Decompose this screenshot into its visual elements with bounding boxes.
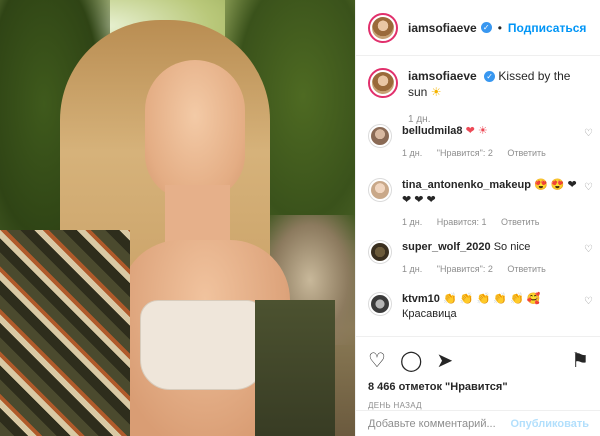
comment-likes[interactable]: Нравится: 1	[437, 217, 487, 227]
comment-username[interactable]: super_wolf_2020	[402, 241, 491, 253]
comment-likes[interactable]: "Нравится": 2	[437, 148, 493, 158]
comment-emojis: 👏 👏 👏 👏 👏 🥰	[442, 293, 541, 305]
comment-item: belludmila8 ❤ ☀ 1 дн. "Нравится": 2 Отве…	[368, 124, 593, 161]
photo-top	[140, 300, 265, 390]
post-date[interactable]: ДЕНЬ НАЗАД	[368, 401, 589, 410]
comment-time[interactable]: 1 дн.	[402, 264, 422, 274]
comment-text: Красавица	[402, 308, 457, 320]
commenter-avatar[interactable]	[368, 292, 392, 316]
like-comment-heart-icon[interactable]: ♡	[584, 244, 593, 255]
comment-item: super_wolf_2020 So nice 1 дн. "Нравится"…	[368, 240, 593, 277]
like-comment-heart-icon[interactable]: ♡	[584, 182, 593, 193]
photo-jacket-right	[255, 300, 335, 436]
post-photo[interactable]	[0, 0, 355, 436]
comment-input[interactable]	[368, 417, 511, 430]
like-comment-heart-icon[interactable]: ♡	[584, 296, 593, 307]
add-comment-bar: Опубликовать	[356, 410, 600, 436]
post-caption: iamsofiaeve ✓ Kissed by the sun ☀ 1 дн.	[368, 68, 593, 128]
comment-bubble-icon[interactable]: ◯	[400, 348, 422, 373]
reply-button[interactable]: Ответить	[507, 264, 545, 274]
photo-face	[145, 60, 245, 200]
sun-emoji: ☀	[430, 85, 442, 99]
commenter-avatar[interactable]	[368, 178, 392, 202]
separator-dot: •	[497, 20, 502, 35]
comment-username[interactable]: tina_antonenko_makeup	[402, 179, 531, 191]
bookmark-icon[interactable]: ⚑	[571, 348, 589, 373]
verified-badge-icon: ✓	[480, 22, 492, 33]
commenter-avatar[interactable]	[368, 124, 392, 148]
author-username[interactable]: iamsofiaeve	[408, 21, 477, 35]
comment-text: So nice	[493, 241, 531, 253]
comment-item: tina_antonenko_makeup 😍 😍 ❤ ❤ ❤ ❤ 1 дн. …	[368, 178, 593, 230]
comment-likes[interactable]: "Нравится": 2	[437, 264, 493, 274]
caption-username[interactable]: iamsofiaeve	[408, 69, 477, 83]
comment-time[interactable]: 1 дн.	[402, 217, 422, 227]
commenter-avatar[interactable]	[368, 240, 392, 264]
verified-badge-icon: ✓	[484, 71, 496, 83]
comment-username[interactable]: belludmila8	[402, 125, 463, 137]
comment-time[interactable]: 1 дн.	[402, 148, 422, 158]
reply-button[interactable]: Ответить	[507, 148, 545, 158]
follow-button[interactable]: Подписаться	[508, 21, 586, 35]
share-send-icon[interactable]: ➤	[436, 348, 453, 373]
likes-count[interactable]: 8 466 отметок "Нравится"	[368, 381, 589, 393]
post-side-panel: iamsofiaeve ✓ • Подписаться iamsofiaeve …	[355, 0, 600, 436]
photo-jacket-left	[0, 230, 130, 436]
publish-button[interactable]: Опубликовать	[510, 418, 589, 430]
author-avatar[interactable]	[368, 12, 398, 43]
comment-emojis: ❤ ☀	[465, 125, 488, 137]
comment-item: ktvm10 👏 👏 👏 👏 👏 🥰 Красавица ♡	[368, 292, 593, 322]
like-heart-icon[interactable]: ♡	[368, 348, 386, 373]
like-comment-heart-icon[interactable]: ♡	[584, 128, 593, 139]
post-actions: ♡ ◯ ➤ ⚑ 8 466 отметок "Нравится" ДЕНЬ НА…	[356, 336, 600, 410]
reply-button[interactable]: Ответить	[501, 217, 539, 227]
comment-username[interactable]: ktvm10	[402, 293, 440, 305]
caption-avatar[interactable]	[368, 68, 398, 98]
post-header: iamsofiaeve ✓ • Подписаться	[356, 0, 600, 56]
